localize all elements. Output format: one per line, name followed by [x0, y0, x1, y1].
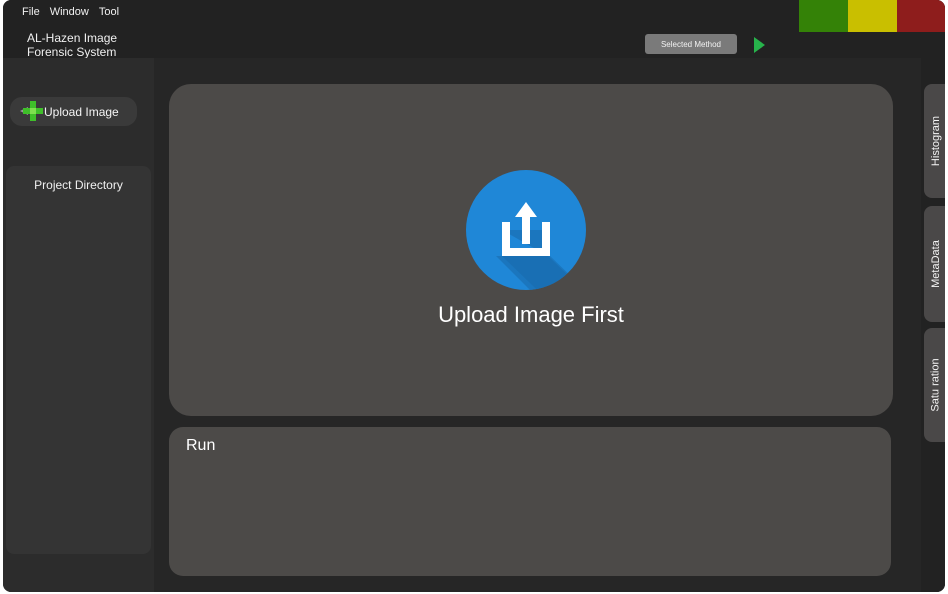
tab-histogram[interactable]: Histogram — [924, 84, 945, 198]
menu-window[interactable]: Window — [50, 6, 89, 18]
app-title-line2: Forensic System — [27, 45, 117, 59]
tab-metadata-label: MetaData — [930, 240, 943, 288]
run-panel[interactable]: Run — [169, 427, 891, 576]
selected-method-button[interactable]: Selected Method — [645, 34, 737, 54]
status-color-yellow — [848, 0, 897, 32]
status-color-red — [897, 0, 945, 32]
upload-placeholder-text: Upload Image First — [438, 302, 624, 327]
run-label: Run — [186, 437, 216, 454]
app-title-line1: AL-Hazen Image — [27, 31, 118, 45]
right-tab-column: Histogram MetaData Satu ration — [921, 58, 945, 592]
tab-saturation[interactable]: Satu ration — [924, 328, 945, 442]
upload-image-button[interactable]: Upload Image — [10, 97, 137, 126]
status-color-green — [799, 0, 848, 32]
menu-bar: File Window Tool — [22, 6, 119, 18]
play-icon[interactable] — [754, 37, 765, 53]
tab-histogram-label: Histogram — [930, 115, 942, 167]
title-bar: File Window Tool AL-Hazen Image Forensic… — [3, 0, 945, 59]
add-image-icon — [10, 97, 44, 126]
menu-tool[interactable]: Tool — [99, 6, 119, 18]
menu-file[interactable]: File — [22, 6, 40, 18]
app-window: File Window Tool AL-Hazen Image Forensic… — [3, 0, 945, 592]
sidebar: Upload Image Project Directory — [3, 58, 154, 592]
upload-image-label: Upload Image — [44, 104, 119, 119]
app-title: AL-Hazen Image Forensic System — [27, 31, 147, 59]
project-directory-title: Project Directory — [34, 178, 123, 192]
image-viewer[interactable]: Upload Image First — [169, 84, 893, 416]
project-directory-panel[interactable]: Project Directory — [6, 166, 151, 554]
main-area: Upload Image First Run — [154, 58, 921, 592]
tab-metadata[interactable]: MetaData — [924, 206, 945, 322]
tab-saturation-label: Satu ration — [930, 358, 943, 412]
upload-icon[interactable] — [466, 170, 586, 290]
